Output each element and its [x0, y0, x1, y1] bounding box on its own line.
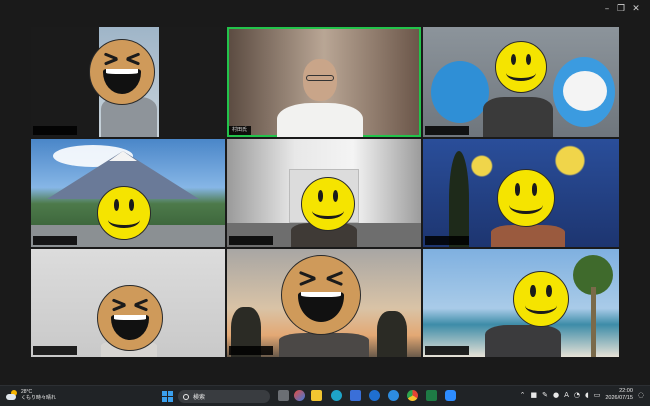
- show-hidden-icons-icon[interactable]: ⌃: [520, 391, 526, 399]
- excel-icon[interactable]: [426, 390, 437, 401]
- weather-description: くもり時々晴れ: [21, 395, 57, 401]
- task-view-icon[interactable]: [278, 390, 289, 401]
- minimize-icon[interactable]: –: [600, 3, 614, 15]
- battery-icon[interactable]: ▭: [594, 391, 601, 399]
- app-icon[interactable]: [388, 390, 399, 401]
- video-tile-7[interactable]: [31, 249, 225, 357]
- participant-glasses: [306, 75, 334, 81]
- store-icon[interactable]: [350, 390, 361, 401]
- video-tile-1[interactable]: [31, 27, 225, 137]
- participant-body: [483, 97, 553, 137]
- emoji-face-smile: [301, 177, 355, 231]
- weather-cloud-sun-icon: [6, 389, 18, 401]
- file-explorer-icon[interactable]: [311, 390, 322, 401]
- close-icon[interactable]: ✕: [629, 3, 643, 15]
- video-tile-4[interactable]: [31, 139, 225, 247]
- restore-icon[interactable]: ❐: [614, 3, 628, 15]
- search-icon: [183, 393, 189, 400]
- video-tile-5[interactable]: [227, 139, 421, 247]
- participant-body: [279, 333, 369, 357]
- widgets-icon[interactable]: [294, 390, 305, 401]
- search-placeholder: 検索: [193, 395, 206, 401]
- meeting-window: – ❐ ✕ 村田氏 28°C くもり時々晴れ 検索 ⌃ ■ ✎ ● A ◔ ◖ …: [0, 0, 650, 406]
- start-button[interactable]: [162, 391, 173, 402]
- emoji-face-laughing: [97, 285, 163, 351]
- wifi-icon[interactable]: ◔: [574, 391, 580, 399]
- language-indicator[interactable]: A: [564, 391, 569, 399]
- participant-name: [33, 126, 77, 135]
- background-palm-trunk: [591, 287, 596, 357]
- participant-body: [485, 325, 561, 357]
- video-tile-3[interactable]: [423, 27, 619, 137]
- emoji-face-smile: [513, 271, 569, 327]
- system-tray: ⌃ ■ ✎ ● A ◔ ◖ ▭ 22:00 2026/07/15 ◌: [520, 388, 644, 402]
- background-snowcap: [109, 151, 137, 161]
- video-tile-6[interactable]: [423, 139, 619, 247]
- emoji-face-laughing: [89, 39, 155, 105]
- participant-name: [229, 236, 273, 245]
- video-tile-2[interactable]: 村田氏: [227, 27, 421, 137]
- clock-date: 2026/07/15: [605, 395, 633, 401]
- clock-time: 22:00: [619, 388, 633, 394]
- emoji-face-smile: [497, 169, 555, 227]
- tray-pen-icon[interactable]: ✎: [542, 391, 548, 399]
- participant-shirt: [277, 103, 363, 137]
- background-palm-right: [377, 311, 407, 357]
- search-box[interactable]: 検索: [178, 390, 270, 403]
- participant-name: [229, 346, 273, 355]
- notification-bell-icon[interactable]: ◌: [638, 391, 644, 399]
- weather-widget[interactable]: 28°C くもり時々晴れ: [6, 389, 56, 401]
- participant-name: 村田氏: [229, 126, 251, 135]
- volume-icon[interactable]: ◖: [585, 391, 589, 399]
- chrome-icon[interactable]: [407, 390, 418, 401]
- clock[interactable]: 22:00 2026/07/15: [605, 388, 633, 402]
- zoom-icon[interactable]: [445, 390, 456, 401]
- tray-app-icon[interactable]: ■: [531, 391, 538, 399]
- taskbar: 28°C くもり時々晴れ 検索 ⌃ ■ ✎ ● A ◔ ◖ ▭ 22:00 20…: [0, 385, 650, 406]
- participant-name: [425, 236, 469, 245]
- emoji-face-smile: [97, 186, 151, 240]
- participant-body: [491, 225, 565, 247]
- background-robot-left: [431, 61, 489, 123]
- video-tile-9[interactable]: [423, 249, 619, 357]
- background-cypress: [449, 151, 469, 247]
- video-tile-8[interactable]: [227, 249, 421, 357]
- hp-icon[interactable]: [369, 390, 380, 401]
- tray-mic-icon[interactable]: ●: [553, 391, 559, 399]
- edge-browser-icon[interactable]: [331, 390, 342, 401]
- participant-name: [425, 346, 469, 355]
- background-robot-face: [563, 71, 607, 111]
- participant-name: [33, 236, 77, 245]
- emoji-face-smile: [495, 41, 547, 93]
- emoji-face-laughing: [281, 255, 361, 335]
- participant-name: [33, 346, 77, 355]
- participant-name: [425, 126, 469, 135]
